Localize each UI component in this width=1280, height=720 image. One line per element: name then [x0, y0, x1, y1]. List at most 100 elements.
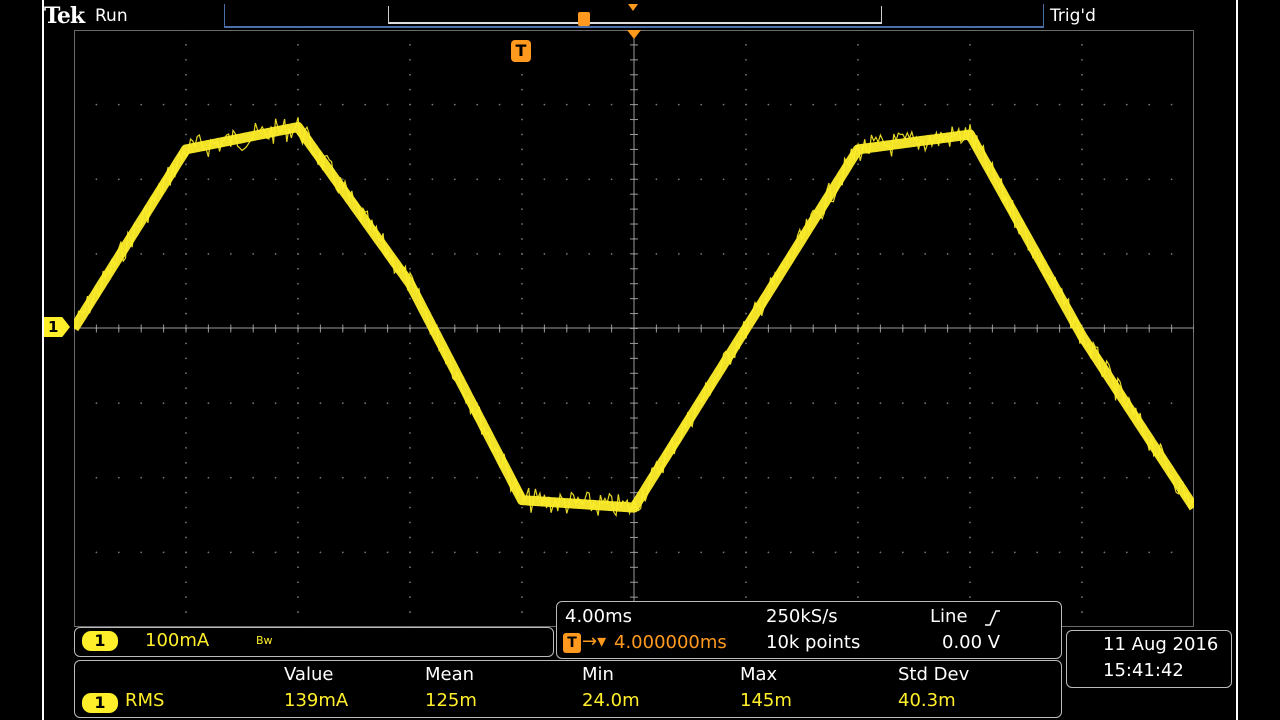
grid-dot	[498, 551, 501, 554]
grid-dot	[386, 103, 389, 106]
grid-dot	[857, 581, 859, 584]
grid-dot	[409, 238, 411, 240]
grid-dot	[297, 611, 299, 613]
grid-dot	[610, 402, 613, 405]
meas-type[interactable]: RMS	[125, 690, 164, 711]
grid-dot	[521, 566, 523, 569]
grid-dot	[745, 193, 747, 196]
grid-dot	[409, 536, 411, 539]
meas-header-stddev: Std Dev	[898, 664, 970, 685]
grid-dot	[341, 476, 344, 479]
grid-dot	[117, 178, 120, 181]
grid-dot	[1125, 178, 1128, 181]
grid-dot	[857, 596, 859, 599]
grid-dot	[185, 581, 187, 584]
grid-dot	[476, 103, 479, 106]
grid-dot	[185, 432, 187, 434]
grid-dot	[1013, 178, 1016, 181]
trigger-source[interactable]: Line	[930, 606, 968, 627]
grid-dot	[185, 387, 187, 390]
grid-dot	[1170, 252, 1173, 255]
grid-dot	[588, 402, 591, 405]
trigger-delay[interactable]: 4.000000ms	[614, 632, 727, 653]
grid-dot	[857, 387, 859, 390]
left-bezel-line	[42, 0, 44, 720]
grid-dot	[185, 178, 187, 181]
grid-dot	[185, 476, 187, 479]
grid-dot	[879, 103, 882, 106]
grid-dot	[1081, 521, 1083, 524]
grid-dot	[565, 402, 568, 405]
trigger-level[interactable]: 0.00 V	[942, 632, 1000, 653]
grid-dot	[745, 252, 747, 255]
grid-dot	[745, 133, 747, 136]
grid-dot	[1081, 178, 1083, 181]
grid-dot	[185, 208, 187, 211]
grid-dot	[297, 521, 299, 524]
grid-dot	[1081, 163, 1083, 166]
grid-dot	[409, 223, 411, 225]
trigger-position-arrow[interactable]	[627, 30, 641, 39]
grid-dot	[722, 476, 725, 479]
grid-dot	[1125, 551, 1128, 554]
grid-dot	[409, 103, 411, 106]
grid-dot	[252, 252, 255, 255]
grid-dot	[185, 447, 187, 449]
grid-dot	[252, 402, 255, 405]
grid-dot	[1148, 178, 1151, 181]
grid-dot	[409, 312, 411, 315]
grid-dot	[1103, 551, 1106, 554]
grid-dot	[140, 476, 143, 479]
grid-dot	[745, 402, 747, 405]
grid-dot	[745, 432, 747, 434]
grid-dot	[521, 506, 523, 509]
ch1-badge[interactable]: 1	[82, 631, 118, 651]
time-per-div[interactable]: 4.00ms	[565, 606, 632, 627]
grid-dot	[521, 342, 523, 345]
grid-dot	[789, 402, 792, 405]
waveform-graticule[interactable]	[74, 30, 1194, 627]
grid-dot	[767, 103, 770, 106]
trigger-t-marker[interactable]: T	[511, 40, 531, 62]
grid-dot	[1081, 282, 1083, 285]
grid-dot	[677, 103, 680, 106]
grid-dot	[252, 178, 255, 181]
grid-dot	[386, 178, 389, 181]
grid-dot	[341, 103, 344, 106]
grid-dot	[521, 163, 523, 166]
grid-dot	[857, 282, 859, 285]
grid-dot	[498, 178, 501, 181]
grid-dot	[162, 103, 165, 106]
grid-dot	[946, 551, 949, 554]
grid-dot	[297, 208, 299, 211]
grid-dot	[1148, 551, 1151, 554]
grid-dot	[969, 178, 971, 181]
grid-dot	[745, 118, 747, 121]
grid-dot	[745, 596, 747, 599]
grid-dot	[812, 551, 815, 554]
grid-dot	[185, 357, 187, 360]
grid-dot	[431, 402, 434, 405]
grid-dot	[857, 103, 859, 106]
ch1-scale[interactable]: 100mA	[145, 630, 209, 651]
grid-dot	[297, 252, 299, 255]
grid-dot	[946, 402, 949, 405]
grid-dot	[297, 178, 299, 181]
grid-dot	[969, 551, 971, 554]
grid-dot	[745, 148, 747, 151]
grid-dot	[521, 372, 523, 375]
grid-dot	[409, 387, 411, 390]
grid-dot	[386, 476, 389, 479]
time-display: 15:41:42	[1103, 660, 1184, 681]
acquisition-state[interactable]: Run	[95, 6, 128, 26]
grid-dot	[969, 581, 971, 584]
grid-dot	[565, 103, 568, 106]
grid-dot	[364, 178, 367, 181]
grid-dot	[409, 476, 411, 479]
grid-dot	[1081, 223, 1083, 225]
grid-dot	[969, 506, 971, 509]
grid-dot	[1125, 103, 1128, 106]
grid-dot	[297, 73, 299, 76]
grid-dot	[991, 103, 994, 106]
grid-dot	[185, 103, 187, 106]
